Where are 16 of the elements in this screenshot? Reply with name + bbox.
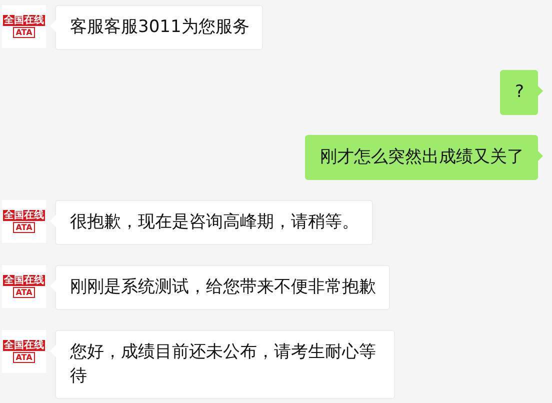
logo-text: 全国在线 [3,210,45,221]
sent-message: 刚才怎么突然出成绩又关了 [305,135,538,180]
bubble-tail [537,150,543,162]
logo-text: ATA [12,222,36,233]
received-message: 刚刚是系统测试，给您带来不便非常抱歉 [55,265,390,310]
logo-text: 全国在线 [3,275,45,286]
received-message: 您好，成绩目前还未公布，请考生耐心等待 [55,330,395,399]
logo-text: ATA [12,27,36,38]
logo-text: ATA [12,287,36,298]
logo-text: 全国在线 [3,15,45,26]
logo-text: 全国在线 [3,340,45,351]
received-message: 很抱歉，现在是咨询高峰期，请稍等。 [55,200,373,245]
bubble-tail [537,85,543,97]
sent-message: ? [500,70,538,115]
logo-text: ATA [12,352,36,363]
received-message: 客服客服3011为您服务 [55,5,264,50]
